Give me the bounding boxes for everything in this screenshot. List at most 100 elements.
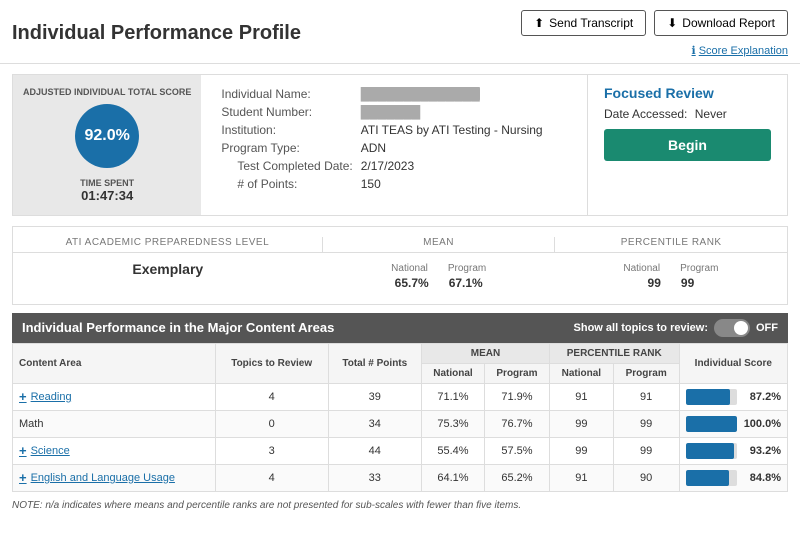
th-mean-group: MEAN — [422, 343, 550, 363]
score-bar-fill — [686, 416, 737, 432]
th-topics: Topics to Review — [215, 343, 328, 383]
content-table: Content Area Topics to Review Total # Po… — [12, 343, 788, 492]
student-number-value: ███████ — [361, 105, 421, 119]
score-bar-fill — [686, 470, 730, 486]
content-area-link[interactable]: + Reading — [19, 389, 209, 404]
individual-score-cell: 100.0% — [679, 410, 787, 437]
pct-program-value: 90 — [613, 464, 679, 491]
profile-row-testdate: Test Completed Date: 2/17/2023 — [217, 157, 546, 175]
individual-name-value: ██████████████ — [361, 87, 480, 101]
pct-national-value: 99 — [549, 437, 613, 464]
score-bar-bg — [686, 443, 737, 459]
th-percentile-group: PERCENTILE RANK — [549, 343, 679, 363]
total-points-value: 39 — [328, 383, 421, 410]
score-bar-label: 100.0% — [743, 418, 781, 430]
table-note: NOTE: n/a indicates where means and perc… — [12, 500, 788, 511]
ati-level-header: ATI ACADEMIC PREPAREDNESS LEVEL MEAN PER… — [13, 237, 787, 253]
plus-icon: + — [19, 443, 27, 458]
score-circle: 92.0% — [75, 104, 139, 168]
score-bar-wrapper: 84.8% — [686, 470, 781, 486]
score-bar-wrapper: 87.2% — [686, 389, 781, 405]
table-row: + English and Language Usage 43364.1%65.2… — [13, 464, 788, 491]
score-bar-fill — [686, 443, 734, 459]
topics-value: 3 — [215, 437, 328, 464]
plus-icon: + — [19, 470, 27, 485]
score-bar-bg — [686, 389, 737, 405]
ati-rank-col: National Program 99 99 — [555, 261, 787, 290]
table-row: Math03475.3%76.7%9999 100.0% — [13, 410, 788, 437]
show-all-label: Show all topics to review: — [574, 322, 708, 334]
pct-national-value: 91 — [549, 464, 613, 491]
begin-button[interactable]: Begin — [604, 129, 771, 161]
header-btn-row: ⬆ Send Transcript ⬇ Download Report — [521, 10, 788, 36]
individual-score-cell: 93.2% — [679, 437, 787, 464]
page-title: Individual Performance Profile — [12, 22, 301, 45]
focused-review-date-row: Date Accessed: Never — [604, 107, 771, 121]
focused-review-title: Focused Review — [604, 85, 771, 101]
mean-program-value: 65.2% — [484, 464, 549, 491]
mean-national-value: 55.4% — [422, 437, 485, 464]
mean-program-value: 57.5% — [484, 437, 549, 464]
content-area-link[interactable]: + English and Language Usage — [19, 470, 209, 485]
individual-score-cell: 87.2% — [679, 383, 787, 410]
score-bar-label: 87.2% — [743, 391, 781, 403]
score-explanation-link[interactable]: ℹ Score Explanation — [692, 44, 788, 57]
send-transcript-button[interactable]: ⬆ Send Transcript — [521, 10, 646, 36]
score-bar-label: 93.2% — [743, 445, 781, 457]
ati-rank-labels: National Program — [555, 263, 787, 274]
toggle-switch[interactable] — [714, 319, 750, 337]
time-value: 01:47:34 — [81, 188, 133, 203]
content-table-section: Individual Performance in the Major Cont… — [12, 313, 788, 492]
ati-col3-header: PERCENTILE RANK — [555, 237, 787, 252]
plus-icon: + — [19, 389, 27, 404]
ati-level-data: Exemplary National Program 65.7% 67.1% N… — [13, 253, 787, 290]
ati-rank-values: 99 99 — [555, 276, 787, 290]
th-individual-score: Individual Score — [679, 343, 787, 383]
info-icon: ℹ — [692, 44, 696, 57]
profile-section: ADJUSTED INDIVIDUAL TOTAL SCORE 92.0% TI… — [12, 74, 788, 216]
profile-row-institution: Institution: ATI TEAS by ATI Testing - N… — [217, 121, 546, 139]
score-bar-bg — [686, 416, 737, 432]
content-area-link[interactable]: + Science — [19, 443, 209, 458]
profile-row-name: Individual Name: ██████████████ — [217, 85, 546, 103]
ati-level-section: ATI ACADEMIC PREPAREDNESS LEVEL MEAN PER… — [12, 226, 788, 305]
pct-national-value: 91 — [549, 383, 613, 410]
topics-value: 4 — [215, 464, 328, 491]
ati-mean-col: National Program 65.7% 67.1% — [323, 261, 555, 290]
score-box: ADJUSTED INDIVIDUAL TOTAL SCORE 92.0% TI… — [13, 75, 201, 215]
total-points-value: 34 — [328, 410, 421, 437]
profile-row-program: Program Type: ADN — [217, 139, 546, 157]
mean-national-value: 64.1% — [422, 464, 485, 491]
ati-mean-labels: National Program — [323, 263, 555, 274]
total-points-value: 33 — [328, 464, 421, 491]
content-area-label: Math — [13, 410, 216, 437]
th-pct-program: Program — [613, 363, 679, 383]
content-table-title: Individual Performance in the Major Cont… — [22, 320, 334, 335]
toggle-knob — [734, 321, 748, 335]
header-actions: ⬆ Send Transcript ⬇ Download Report ℹ Sc… — [521, 10, 788, 57]
ati-col1-header: ATI ACADEMIC PREPAREDNESS LEVEL — [13, 237, 323, 252]
mean-program-value: 76.7% — [484, 410, 549, 437]
download-icon: ⬇ — [667, 16, 677, 30]
download-report-button[interactable]: ⬇ Download Report — [654, 10, 788, 36]
score-bar-wrapper: 100.0% — [686, 416, 781, 432]
ati-col2-header: MEAN — [323, 237, 556, 252]
table-row: + Science34455.4%57.5%9999 93.2% — [13, 437, 788, 464]
total-points-value: 44 — [328, 437, 421, 464]
table-row: + Reading43971.1%71.9%9191 87.2% — [13, 383, 788, 410]
pct-program-value: 91 — [613, 383, 679, 410]
focused-review-section: Focused Review Date Accessed: Never Begi… — [587, 75, 787, 215]
pct-program-value: 99 — [613, 410, 679, 437]
score-bar-label: 84.8% — [743, 472, 781, 484]
page-header: Individual Performance Profile ⬆ Send Tr… — [0, 0, 800, 64]
mean-national-value: 71.1% — [422, 383, 485, 410]
topics-value: 4 — [215, 383, 328, 410]
mean-national-value: 75.3% — [422, 410, 485, 437]
table-header-row-1: Content Area Topics to Review Total # Po… — [13, 343, 788, 363]
pct-program-value: 99 — [613, 437, 679, 464]
toggle-row: Show all topics to review: OFF — [574, 319, 778, 337]
profile-row-points: # of Points: 150 — [217, 175, 546, 193]
time-label: TIME SPENT — [80, 178, 134, 188]
ati-level-value: Exemplary — [13, 261, 323, 290]
profile-table: Individual Name: ██████████████ Student … — [217, 85, 546, 193]
